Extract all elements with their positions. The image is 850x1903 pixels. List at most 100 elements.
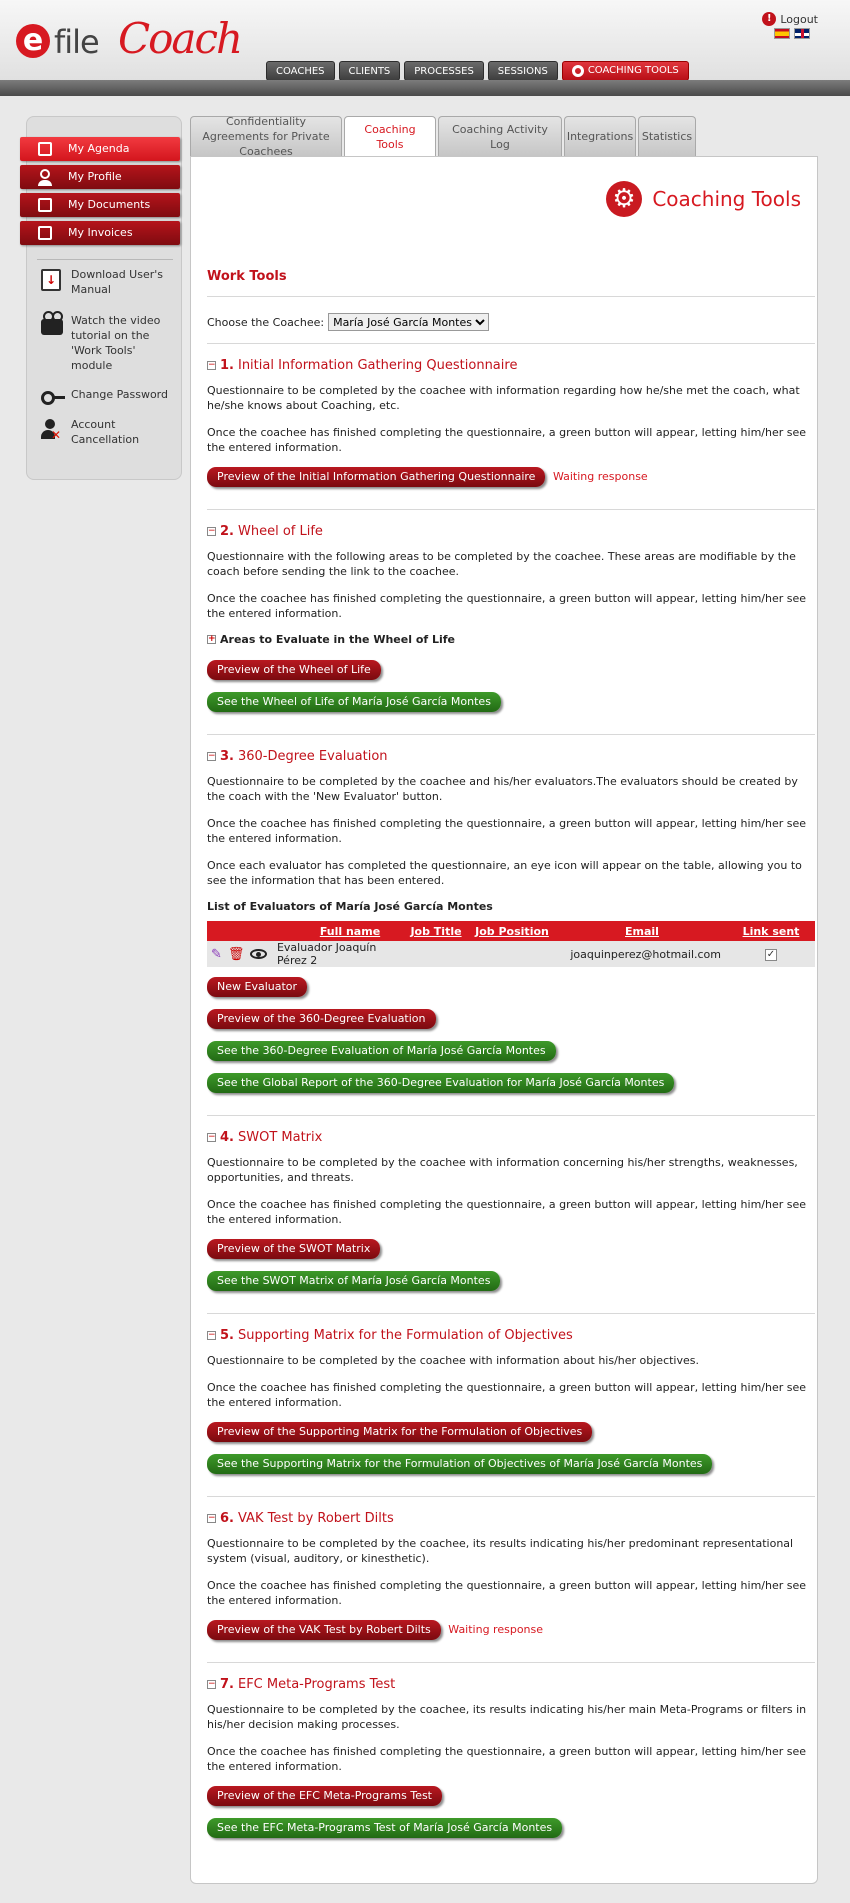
- trash-icon[interactable]: 🗑: [228, 947, 245, 962]
- sidebar-item-my-invoices[interactable]: My Invoices: [20, 221, 180, 245]
- collapse-toggle-icon[interactable]: −: [207, 1680, 216, 1689]
- preview-initial-questionnaire-button[interactable]: Preview of the Initial Information Gathe…: [207, 467, 546, 487]
- see-efc-meta-programs-button[interactable]: See the EFC Meta-Programs Test of María …: [207, 1818, 563, 1838]
- see-supporting-matrix-button[interactable]: See the Supporting Matrix for the Formul…: [207, 1454, 713, 1474]
- download-manual-label: Download User's Manual: [71, 268, 164, 296]
- coaching-tools-gear-icon: [606, 181, 643, 217]
- video-tutorial-link[interactable]: Watch the video tutorial on the 'Work To…: [37, 311, 177, 375]
- section-number: 6.: [220, 1511, 234, 1526]
- page-title: Coaching Tools: [652, 187, 801, 211]
- content-panel: Coaching Tools Work Tools Choose the Coa…: [190, 156, 818, 1884]
- areas-toggle[interactable]: + Areas to Evaluate in the Wheel of Life: [207, 633, 815, 646]
- account-cancellation-link[interactable]: Account Cancellation: [37, 417, 177, 449]
- preview-supporting-matrix-button[interactable]: Preview of the Supporting Matrix for the…: [207, 1422, 593, 1442]
- coachee-chooser: Choose the Coachee: María José García Mo…: [207, 297, 815, 344]
- sidebar-item-my-agenda[interactable]: My Agenda: [20, 137, 180, 161]
- sidebar-item-label: My Profile: [68, 170, 122, 183]
- row-name-cell: ✎ 🗑 Evaluador Joaquín Pérez 2: [207, 941, 405, 967]
- spanish-flag-icon[interactable]: [774, 28, 790, 39]
- section-title-text: Supporting Matrix for the Formulation of…: [237, 1328, 573, 1343]
- english-flag-icon[interactable]: [794, 28, 810, 39]
- table-header-job-position[interactable]: Job Position: [467, 921, 557, 941]
- eye-icon-note: Once each evaluator has completed the qu…: [207, 859, 802, 887]
- preview-efc-meta-programs-button[interactable]: Preview of the EFC Meta-Programs Test: [207, 1786, 442, 1806]
- eye-icon[interactable]: [250, 949, 267, 959]
- header-stripe: [0, 80, 850, 96]
- section-number: 5.: [220, 1328, 234, 1343]
- table-header-link-sent[interactable]: Link sent: [727, 921, 815, 941]
- section-vak-test: − 6. VAK Test by Robert Dilts Questionna…: [207, 1497, 815, 1663]
- finished-note: Once the coachee has finished completing…: [207, 1745, 807, 1773]
- tab-statistics[interactable]: Statistics: [638, 116, 696, 156]
- edit-pencil-icon[interactable]: ✎: [211, 947, 222, 962]
- section-description: Questionnaire to be completed by the coa…: [207, 1537, 794, 1565]
- tab-integrations[interactable]: Integrations: [564, 116, 636, 156]
- nav-coaching-tools-label: COACHING TOOLS: [587, 65, 679, 76]
- section-supporting-matrix: − 5. Supporting Matrix for the Formulati…: [207, 1314, 815, 1497]
- preview-swot-matrix-button[interactable]: Preview of the SWOT Matrix: [207, 1239, 381, 1259]
- preview-360-evaluation-button[interactable]: Preview of the 360-Degree Evaluation: [207, 1009, 436, 1029]
- collapse-toggle-icon[interactable]: −: [207, 1514, 216, 1523]
- tab-confidentiality-agreements[interactable]: Confidentiality Agreements for Private C…: [190, 115, 342, 158]
- collapse-toggle-icon[interactable]: −: [207, 752, 216, 761]
- tab-coaching-tools[interactable]: Coaching Tools: [344, 116, 436, 156]
- nav-clients[interactable]: CLIENTS: [338, 61, 401, 81]
- sidebar-item-my-documents[interactable]: My Documents: [20, 193, 180, 217]
- see-360-global-report-button[interactable]: See the Global Report of the 360-Degree …: [207, 1073, 675, 1093]
- section-title-text: Initial Information Gathering Questionna…: [237, 358, 518, 373]
- nav-coaches[interactable]: COACHES: [266, 61, 335, 81]
- logo-coach: Coach: [118, 14, 243, 63]
- tab-coaching-activity-log[interactable]: Coaching Activity Log: [438, 116, 562, 156]
- section-number: 7.: [220, 1677, 234, 1692]
- section-wheel-of-life: − 2. Wheel of Life Questionnaire with th…: [207, 510, 815, 735]
- logo-file: file: [54, 23, 100, 61]
- table-header-job-title[interactable]: Job Title: [405, 921, 467, 941]
- section-title-text: 360-Degree Evaluation: [237, 749, 388, 764]
- section-360-evaluation: − 3. 360-Degree Evaluation Questionnaire…: [207, 735, 815, 1116]
- collapse-toggle-icon[interactable]: −: [207, 1133, 216, 1142]
- waiting-response-status: Waiting response: [448, 1623, 544, 1636]
- top-nav: COACHES CLIENTS PROCESSES SESSIONS COACH…: [266, 61, 689, 81]
- link-sent-checkbox[interactable]: ✓: [765, 949, 777, 961]
- logout-link[interactable]: ! Logout: [762, 12, 818, 26]
- user-icon: [38, 169, 52, 186]
- section-title-text: Wheel of Life: [237, 524, 323, 539]
- work-tools-heading: Work Tools: [207, 269, 815, 297]
- coachee-select[interactable]: María José García Montes: [328, 313, 490, 331]
- see-360-evaluation-button[interactable]: See the 360-Degree Evaluation of María J…: [207, 1041, 556, 1061]
- preview-vak-test-button[interactable]: Preview of the VAK Test by Robert Dilts: [207, 1620, 441, 1640]
- finished-note: Once the coachee has finished completing…: [207, 426, 807, 454]
- waiting-response-status: Waiting response: [552, 470, 648, 483]
- collapse-toggle-icon[interactable]: −: [207, 1331, 216, 1340]
- new-evaluator-button[interactable]: New Evaluator: [207, 977, 308, 997]
- table-header-email[interactable]: Email: [557, 921, 727, 941]
- preview-wheel-of-life-button[interactable]: Preview of the Wheel of Life: [207, 660, 381, 680]
- download-manual-link[interactable]: Download User's Manual: [37, 267, 177, 301]
- finished-note: Once the coachee has finished completing…: [207, 1579, 807, 1607]
- sidebar: My Agenda My Profile My Documents My Inv…: [20, 116, 182, 480]
- page-header: Coaching Tools: [606, 181, 801, 217]
- expand-toggle-icon[interactable]: +: [207, 635, 216, 644]
- section-description: Questionnaire to be completed by the coa…: [207, 384, 800, 412]
- nav-sessions[interactable]: SESSIONS: [487, 61, 558, 81]
- section-description: Questionnaire with the following areas t…: [207, 550, 796, 578]
- finished-note: Once the coachee has finished completing…: [207, 1381, 807, 1409]
- sidebar-divider: [37, 259, 173, 260]
- collapse-toggle-icon[interactable]: −: [207, 527, 216, 536]
- section-title: − 6. VAK Test by Robert Dilts: [207, 1511, 815, 1526]
- download-document-icon: [41, 269, 61, 291]
- sidebar-item-my-profile[interactable]: My Profile: [20, 165, 180, 189]
- section-title: − 3. 360-Degree Evaluation: [207, 749, 815, 764]
- collapse-toggle-icon[interactable]: −: [207, 361, 216, 370]
- table-header-full-name[interactable]: Full name: [295, 921, 405, 941]
- evaluators-list-title: List of Evaluators of María José García …: [207, 900, 493, 913]
- finished-note: Once the coachee has finished completing…: [207, 1198, 807, 1226]
- see-swot-matrix-button[interactable]: See the SWOT Matrix of María José García…: [207, 1271, 501, 1291]
- nav-coaching-tools[interactable]: COACHING TOOLS: [561, 61, 689, 81]
- section-title-text: SWOT Matrix: [237, 1130, 323, 1145]
- nav-processes[interactable]: PROCESSES: [404, 61, 484, 81]
- change-password-link[interactable]: Change Password: [37, 387, 177, 405]
- table-header-actions: [207, 921, 295, 941]
- link-sent-cell: ✓: [727, 941, 815, 967]
- see-wheel-of-life-button[interactable]: See the Wheel of Life of María José Garc…: [207, 692, 501, 712]
